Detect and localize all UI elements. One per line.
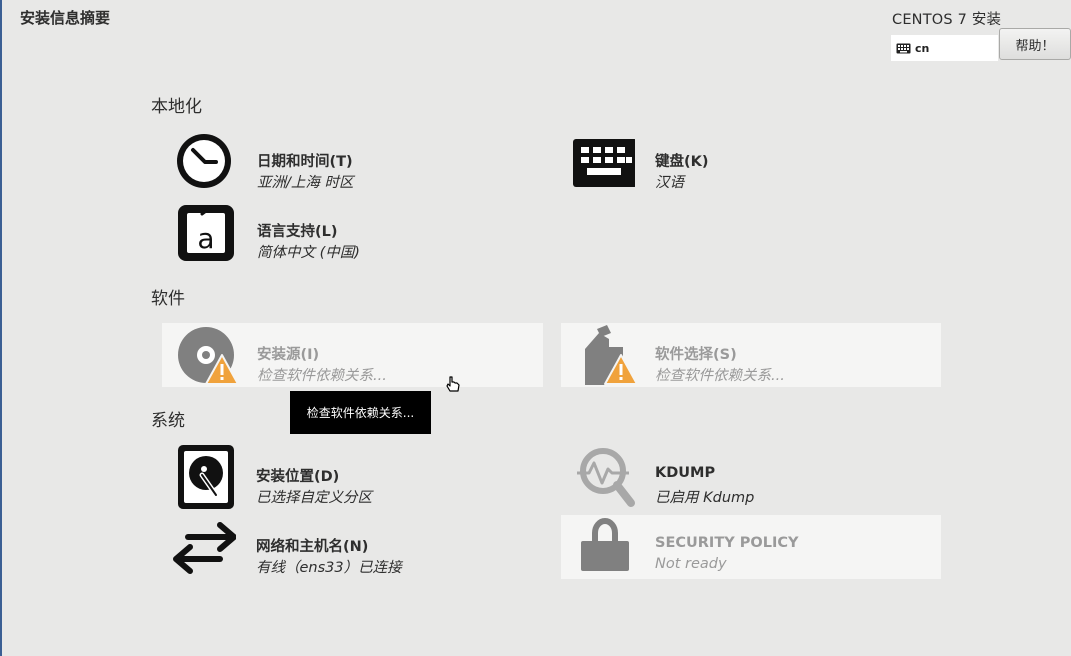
spoke-software-selection-status: 检查软件依赖关系... bbox=[655, 368, 785, 384]
keyboard-layout-indicator[interactable]: cn bbox=[891, 35, 998, 61]
window-left-edge bbox=[0, 0, 2, 656]
spoke-keyboard[interactable]: 键盘(K) 汉语 bbox=[571, 130, 941, 194]
spoke-network-title: 网络和主机名(N) bbox=[256, 539, 369, 555]
help-button[interactable]: 帮助！ bbox=[999, 28, 1071, 60]
spoke-keyboard-status: 汉语 bbox=[655, 175, 684, 191]
hand-cursor-icon bbox=[446, 376, 460, 392]
language-icon: a bbox=[178, 205, 234, 261]
hard-disk-icon bbox=[178, 445, 234, 509]
spoke-install-source-status: 检查软件依赖关系... bbox=[257, 368, 387, 384]
spoke-install-destination-title: 安装位置(D) bbox=[256, 469, 340, 485]
spoke-install-destination[interactable]: 安装位置(D) 已选择自定义分区 bbox=[172, 445, 552, 509]
keyboard-icon bbox=[573, 139, 635, 187]
keyboard-layout-label: cn bbox=[915, 41, 930, 55]
spoke-install-destination-status: 已选择自定义分区 bbox=[256, 490, 372, 506]
spoke-software-selection[interactable]: 软件选择(S) 检查软件依赖关系... bbox=[561, 323, 941, 387]
spoke-datetime-status: 亚洲/上海 时区 bbox=[257, 175, 354, 191]
svg-text:a: a bbox=[197, 222, 214, 255]
spoke-software-selection-title: 软件选择(S) bbox=[655, 347, 737, 363]
spoke-kdump-status: 已启用 Kdump bbox=[655, 490, 755, 506]
spoke-language[interactable]: a 语言支持(L) 简体中文 (中国) bbox=[172, 200, 552, 264]
spoke-datetime[interactable]: 日期和时间(T) 亚洲/上海 时区 bbox=[172, 130, 552, 194]
spoke-keyboard-title: 键盘(K) bbox=[655, 154, 709, 170]
clock-icon bbox=[177, 134, 231, 188]
spoke-network-status: 有线（ens33）已连接 bbox=[256, 560, 402, 576]
page-title: 安装信息摘要 bbox=[20, 9, 111, 27]
section-heading-system: 系统 bbox=[151, 411, 185, 431]
spoke-language-title: 语言支持(L) bbox=[257, 224, 338, 240]
spoke-install-source[interactable]: 安装源(I) 检查软件依赖关系... bbox=[162, 323, 543, 387]
spoke-security-policy-status: Not ready bbox=[655, 556, 727, 572]
magnifier-icon bbox=[577, 448, 635, 507]
spoke-kdump[interactable]: KDUMP 已启用 Kdump bbox=[561, 445, 941, 509]
section-heading-localization: 本地化 bbox=[151, 97, 202, 117]
spoke-network[interactable]: 网络和主机名(N) 有线（ens33）已连接 bbox=[172, 515, 552, 579]
tooltip: 检查软件依赖关系... bbox=[290, 391, 431, 434]
spoke-security-policy-title: SECURITY POLICY bbox=[655, 535, 799, 551]
warning-icon bbox=[205, 354, 239, 385]
spoke-install-source-title: 安装源(I) bbox=[257, 347, 320, 363]
spoke-language-status: 简体中文 (中国) bbox=[257, 245, 360, 261]
spoke-kdump-title: KDUMP bbox=[655, 465, 716, 481]
warning-icon bbox=[604, 354, 638, 385]
keyboard-small-icon bbox=[896, 43, 911, 53]
product-title: CENTOS 7 安装 bbox=[892, 12, 1002, 28]
lock-icon bbox=[581, 518, 629, 571]
network-arrows-icon bbox=[173, 522, 236, 574]
spoke-datetime-title: 日期和时间(T) bbox=[257, 154, 353, 170]
spoke-security-policy[interactable]: SECURITY POLICY Not ready bbox=[561, 515, 941, 579]
section-heading-software: 软件 bbox=[151, 289, 185, 309]
